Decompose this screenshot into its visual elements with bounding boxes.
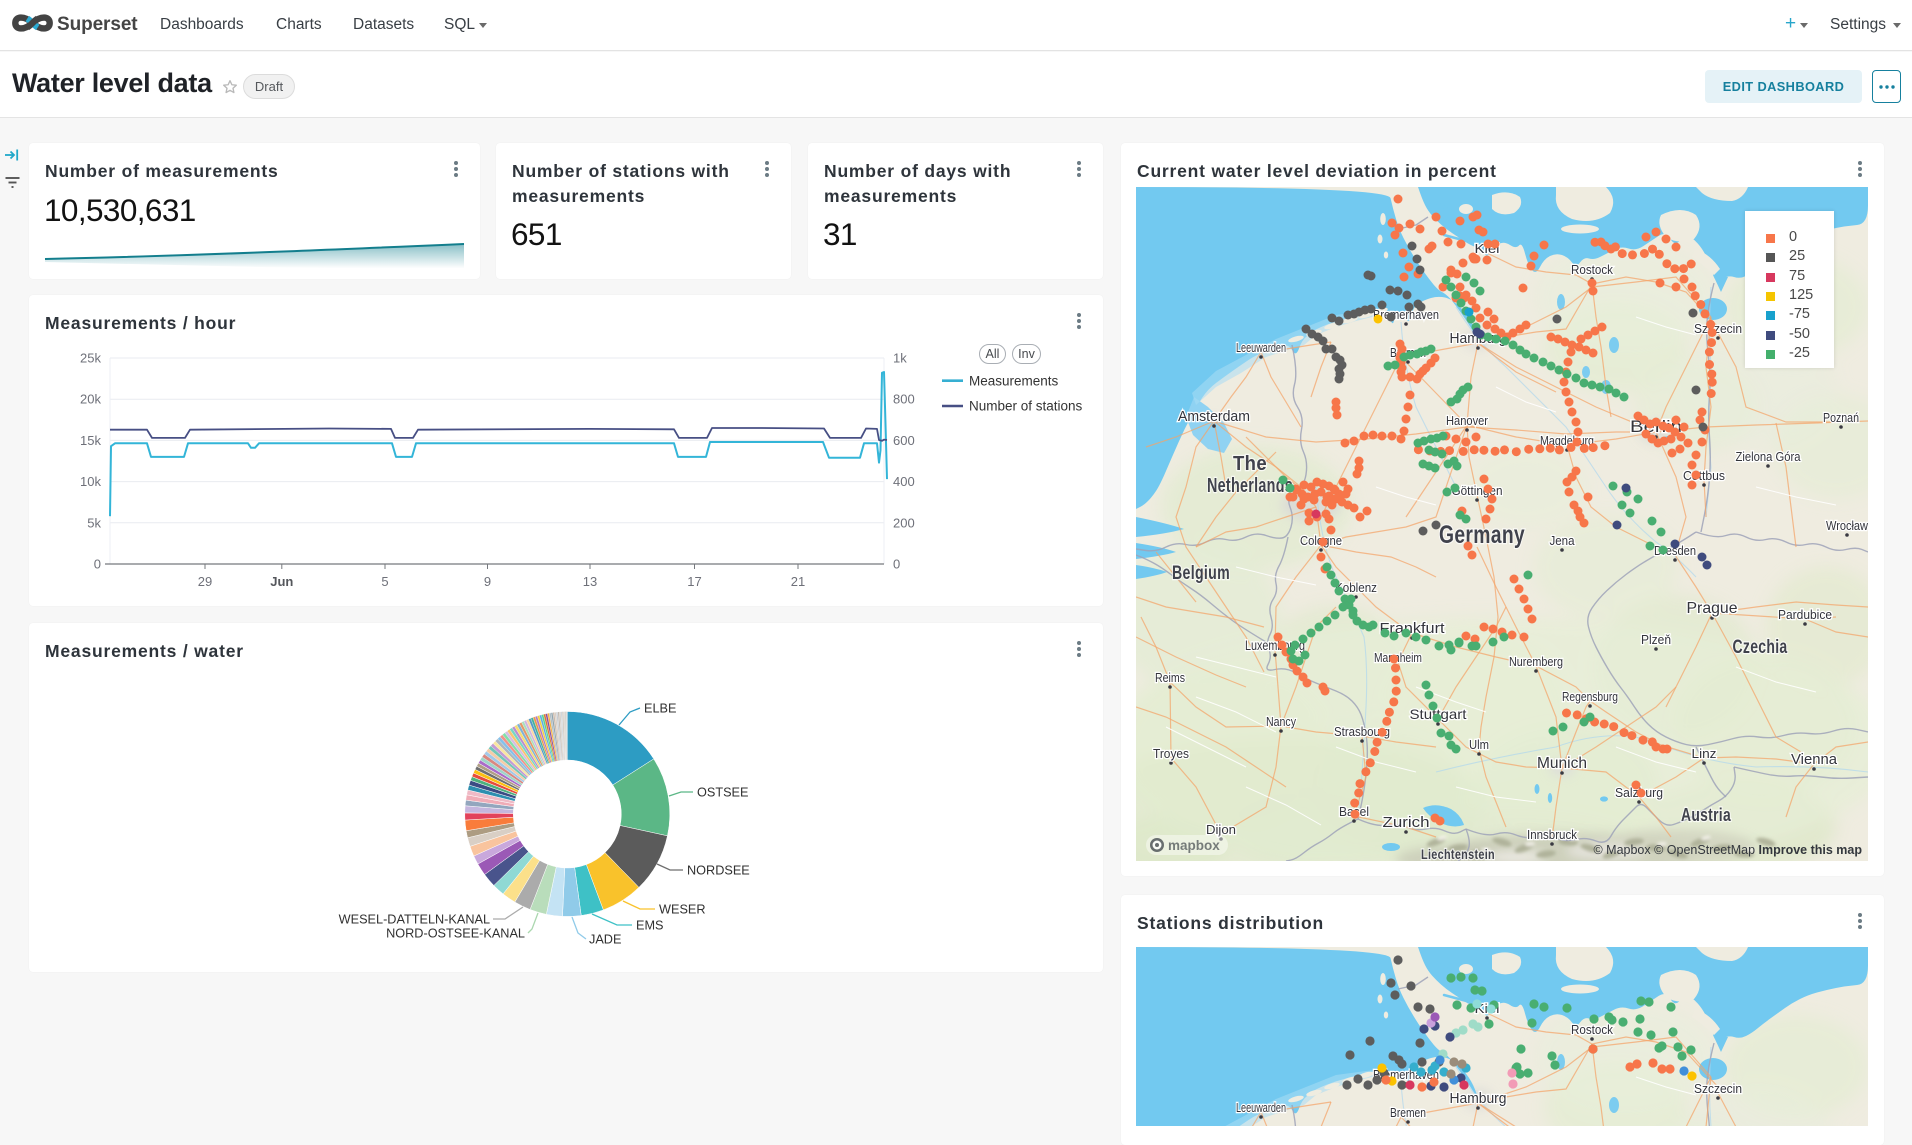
svg-text:ELBE: ELBE: [644, 702, 676, 716]
svg-text:NORDSEE: NORDSEE: [687, 864, 750, 878]
svg-text:0: 0: [94, 557, 101, 572]
svg-text:mapbox: mapbox: [1168, 838, 1220, 853]
svg-text:NORD-OSTSEE-KANAL: NORD-OSTSEE-KANAL: [386, 927, 525, 941]
svg-text:600: 600: [893, 433, 915, 448]
svg-text:200: 200: [893, 515, 915, 530]
svg-text:0: 0: [893, 557, 900, 572]
svg-text:17: 17: [687, 574, 701, 589]
svg-text:OSTSEE: OSTSEE: [697, 786, 748, 800]
svg-text:800: 800: [893, 392, 915, 407]
svg-text:15k: 15k: [80, 433, 101, 448]
svg-text:9: 9: [484, 574, 491, 589]
svg-text:5: 5: [381, 574, 388, 589]
svg-text:Jun: Jun: [270, 574, 293, 589]
svg-text:20k: 20k: [80, 392, 101, 407]
svg-text:25k: 25k: [80, 351, 101, 366]
svg-text:5k: 5k: [87, 515, 101, 530]
svg-text:400: 400: [893, 474, 915, 489]
svg-text:Number of stations: Number of stations: [969, 399, 1083, 414]
svg-text:21: 21: [791, 574, 805, 589]
svg-text:EMS: EMS: [636, 919, 664, 933]
svg-text:1k: 1k: [893, 351, 907, 366]
svg-text:10k: 10k: [80, 474, 101, 489]
svg-text:WESEL-DATTELN-KANAL: WESEL-DATTELN-KANAL: [339, 913, 490, 927]
svg-text:13: 13: [583, 574, 597, 589]
svg-text:Measurements: Measurements: [969, 374, 1059, 389]
svg-text:JADE: JADE: [589, 933, 621, 947]
svg-text:WESER: WESER: [659, 903, 706, 917]
svg-text:29: 29: [198, 574, 212, 589]
